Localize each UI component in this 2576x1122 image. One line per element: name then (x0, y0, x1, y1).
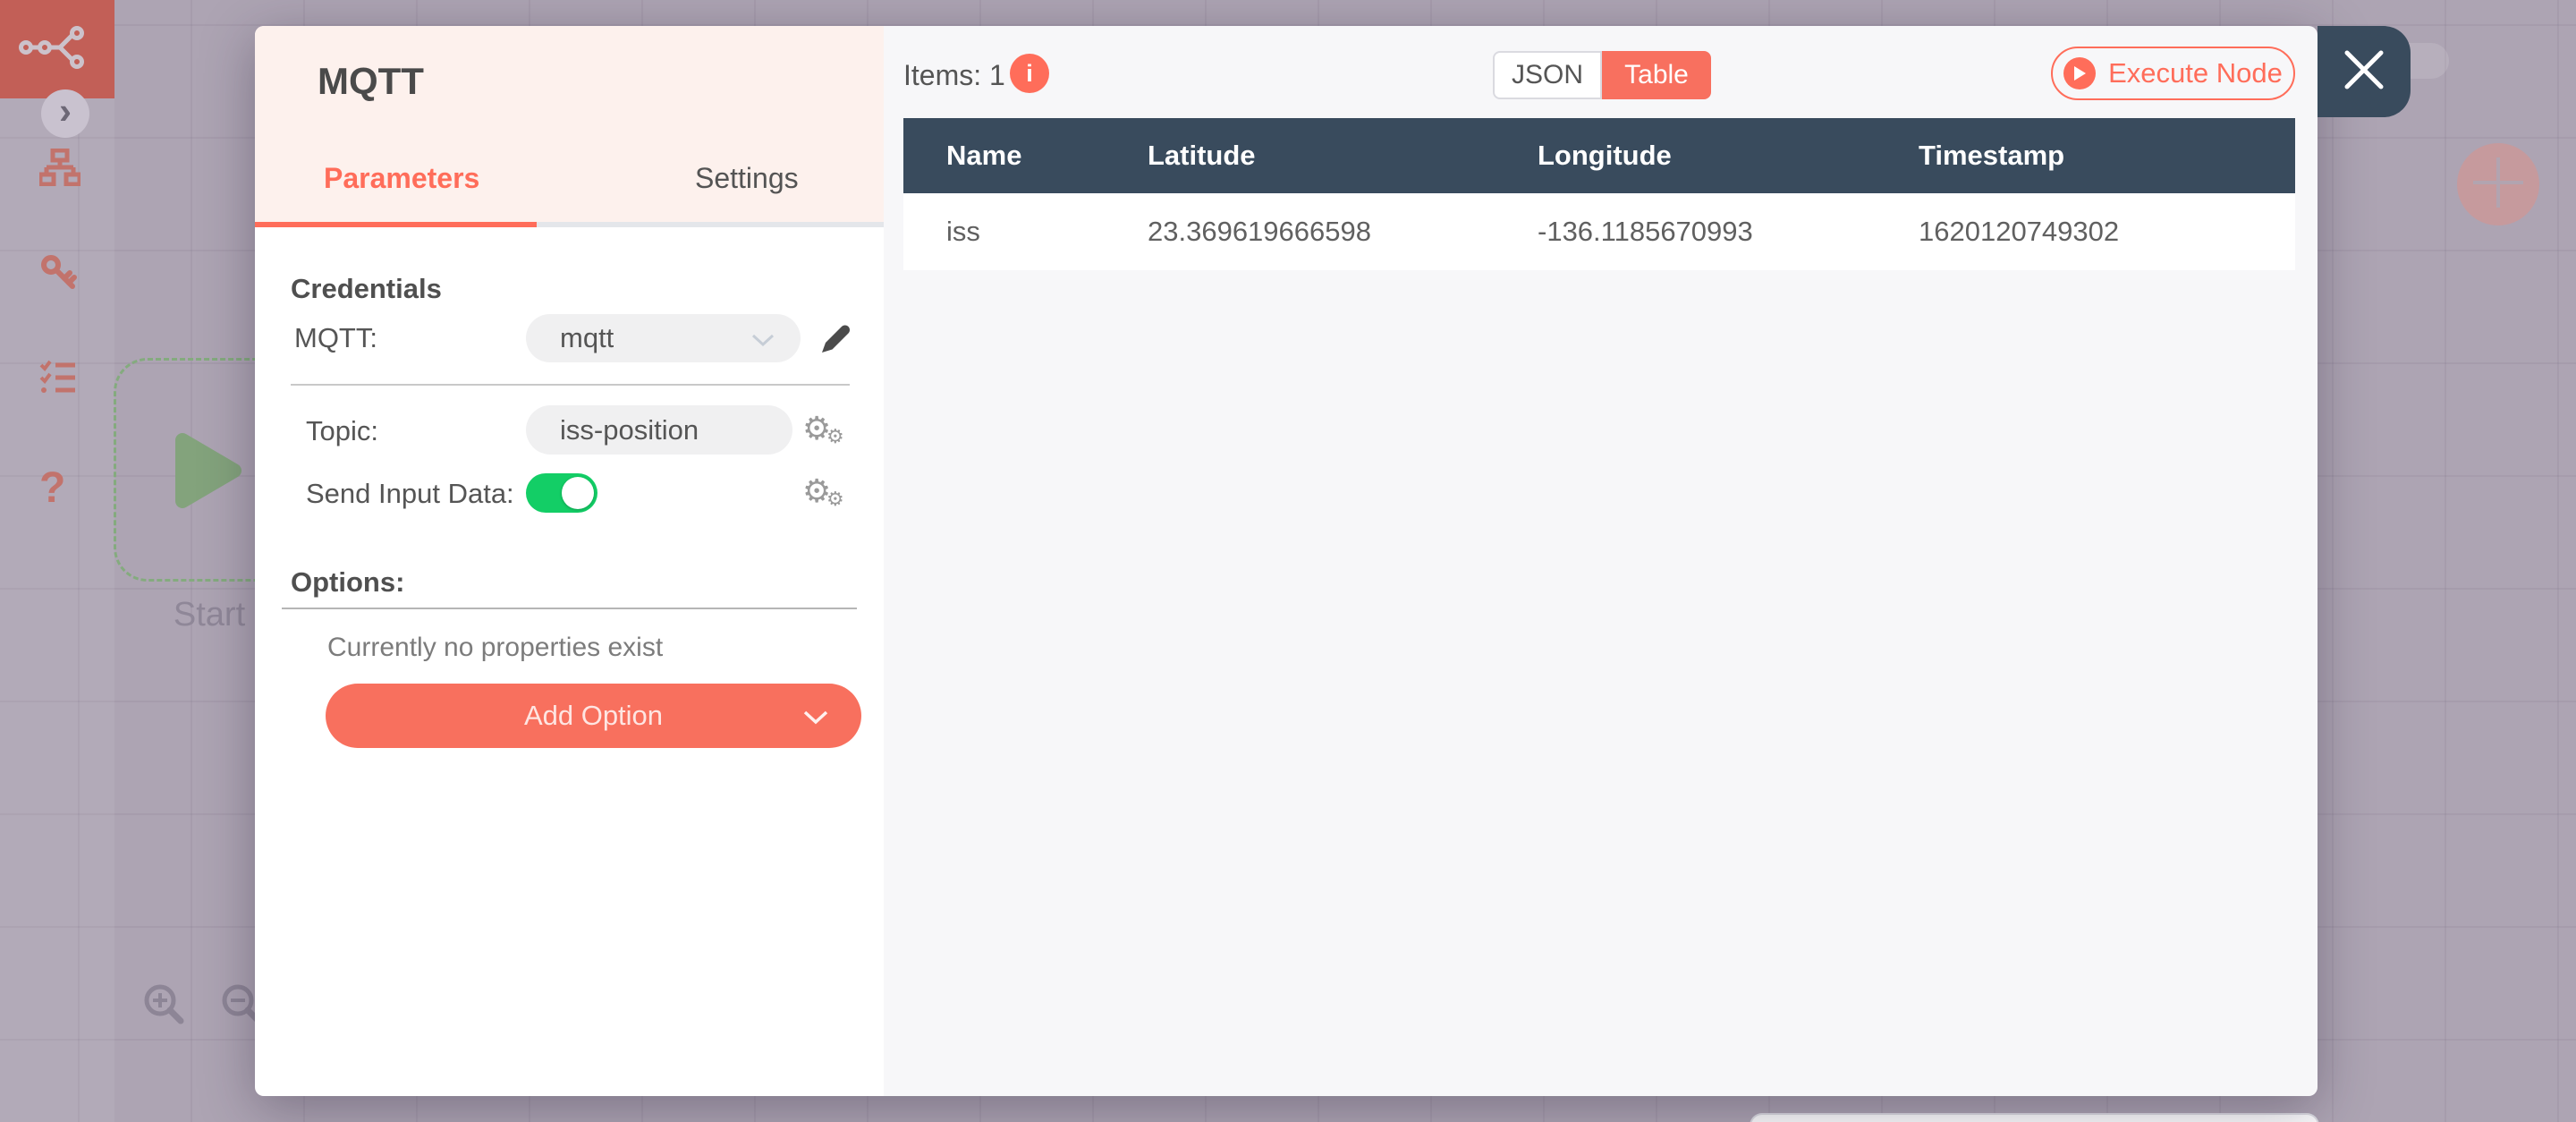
sidebar-item-help[interactable]: ? (39, 463, 65, 513)
checklist-icon (39, 360, 77, 399)
close-icon (2343, 49, 2385, 95)
topic-label: Topic: (306, 415, 378, 446)
toggle-knob (562, 477, 594, 509)
table-cell: -136.1185670993 (1538, 216, 1753, 247)
key-icon (39, 255, 77, 294)
table-cell: 1620120749302 (1919, 216, 2120, 247)
pencil-icon (818, 325, 852, 359)
node-title: MQTT (318, 60, 424, 102)
topic-input[interactable]: iss-position (526, 405, 792, 455)
workflow-icon (38, 148, 82, 190)
view-mode-toggle: JSON Table (1493, 51, 1711, 99)
credential-mqtt-label: MQTT: (294, 322, 377, 353)
notification-toast (1750, 1113, 2319, 1122)
add-node-button[interactable] (2457, 143, 2539, 225)
execute-node-label: Execute Node (2108, 57, 2283, 89)
edit-credential-button[interactable] (818, 321, 852, 355)
section-divider (291, 384, 850, 386)
topic-options-button[interactable]: ⚙ ⚙ (802, 411, 847, 452)
table-cell: 23.369619666598 (1148, 216, 1371, 247)
options-divider (282, 608, 857, 609)
chevron-down-icon (750, 322, 775, 354)
table-cell: iss (946, 216, 980, 247)
send-input-data-options-button[interactable]: ⚙ ⚙ (802, 473, 847, 514)
send-input-data-label: Send Input Data: (306, 478, 514, 509)
results-table: Name Latitude Longitude Timestamp iss 23… (903, 118, 2295, 270)
credential-select[interactable]: mqtt (526, 314, 801, 362)
add-option-button[interactable]: Add Option (326, 684, 861, 748)
gear-small-icon: ⚙ (826, 425, 844, 447)
info-icon[interactable]: i (1010, 54, 1049, 93)
sidebar-item-executions[interactable] (39, 360, 77, 400)
node-parameters-panel: MQTT Parameters Settings Credentials MQT… (255, 26, 884, 1096)
sidebar-item-workflows[interactable] (38, 148, 82, 191)
send-input-data-toggle[interactable] (526, 473, 597, 513)
column-header: Latitude (1148, 140, 1256, 171)
column-header: Name (946, 140, 1022, 171)
add-option-label: Add Option (523, 700, 664, 731)
gear-small-icon: ⚙ (826, 488, 844, 510)
view-mode-table[interactable]: Table (1602, 51, 1711, 99)
node-settings-modal: MQTT Parameters Settings Credentials MQT… (255, 26, 2411, 1096)
tab-settings[interactable]: Settings (695, 162, 799, 195)
options-empty-message: Currently no properties exist (327, 633, 664, 662)
topic-input-value: iss-position (560, 413, 699, 446)
tab-active-indicator (255, 222, 537, 227)
start-node-play-icon (172, 429, 243, 516)
execute-node-button[interactable]: Execute Node (2051, 47, 2295, 100)
chevron-down-icon (802, 700, 829, 732)
tab-parameters[interactable]: Parameters (324, 162, 479, 195)
node-results-panel: Items: 1 i JSON Table Execute Node Name … (884, 26, 2318, 1096)
items-count: Items: 1 (903, 59, 1005, 91)
zoom-in-button[interactable] (139, 979, 191, 1035)
credential-select-value: mqtt (560, 322, 614, 353)
sidebar-expand-button[interactable]: › (41, 89, 89, 138)
results-table-header: Name Latitude Longitude Timestamp (903, 118, 2295, 193)
sidebar-item-credentials[interactable] (39, 253, 77, 295)
column-header: Longitude (1538, 140, 1672, 171)
n8n-logo-icon (19, 25, 96, 74)
credentials-heading: Credentials (291, 273, 442, 304)
plus-icon (2471, 156, 2525, 214)
zoom-in-icon (139, 984, 191, 1034)
question-mark-icon: ? (39, 464, 66, 512)
table-row: iss 23.369619666598 -136.1185670993 1620… (903, 193, 2295, 270)
chevron-right-icon: › (59, 89, 72, 132)
column-header: Timestamp (1919, 140, 2065, 171)
close-modal-button[interactable] (2318, 26, 2411, 117)
info-glyph: i (1026, 59, 1033, 87)
options-heading: Options: (291, 566, 405, 598)
play-circle-icon (2063, 57, 2097, 89)
view-mode-json[interactable]: JSON (1493, 51, 1602, 99)
n8n-logo[interactable] (0, 0, 114, 98)
